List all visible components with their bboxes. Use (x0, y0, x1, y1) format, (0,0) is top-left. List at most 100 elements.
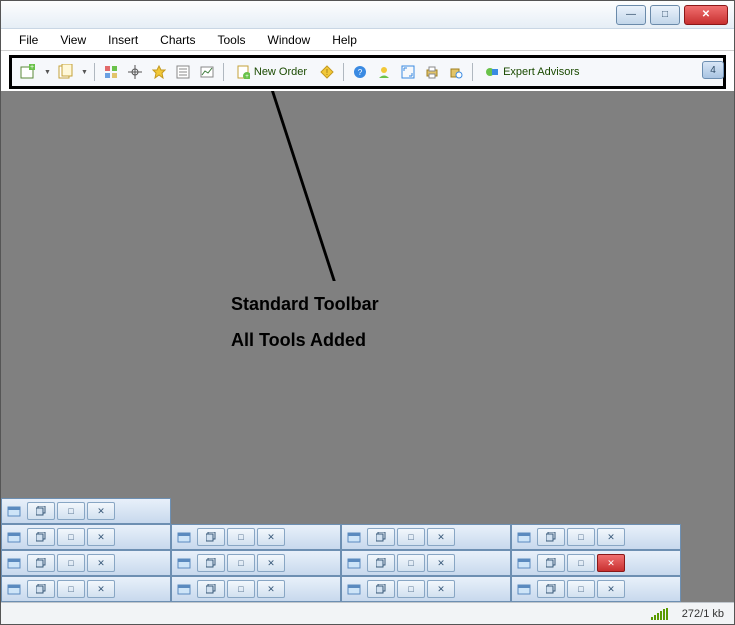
chart-maximize-button[interactable]: □ (57, 502, 85, 520)
new-order-icon: + (236, 65, 250, 79)
chart-window-titlebar[interactable]: □✕ (511, 550, 681, 576)
chart-restore-button[interactable] (367, 554, 395, 572)
chart-window-titlebar[interactable]: □✕ (341, 524, 511, 550)
mdi-row: □✕□✕□✕□✕ (1, 524, 734, 550)
chart-close-button[interactable]: ✕ (87, 580, 115, 598)
chart-window-icon (5, 580, 23, 598)
chart-window-icon (345, 580, 363, 598)
print-preview-button[interactable] (446, 62, 466, 82)
chart-maximize-button[interactable]: □ (57, 554, 85, 572)
data-window-button[interactable] (125, 62, 145, 82)
chart-maximize-button[interactable]: □ (397, 528, 425, 546)
chart-window-titlebar[interactable]: □✕ (171, 550, 341, 576)
menu-window[interactable]: Window (258, 30, 321, 50)
connection-signal-icon (651, 608, 668, 620)
chart-window-titlebar[interactable]: □✕ (1, 550, 171, 576)
expert-advisors-label: Expert Advisors (503, 66, 579, 78)
chart-window-icon (175, 528, 193, 546)
menu-insert[interactable]: Insert (98, 30, 148, 50)
chart-window-titlebar[interactable]: □✕ (1, 524, 171, 550)
new-order-button[interactable]: + New Order (230, 63, 313, 81)
chart-restore-button[interactable] (27, 554, 55, 572)
profiles-button[interactable] (55, 62, 75, 82)
chart-maximize-button[interactable]: □ (57, 580, 85, 598)
strategy-tester-button[interactable] (197, 62, 217, 82)
annotation-line1: Standard Toolbar (231, 286, 379, 322)
terminal-button[interactable] (173, 62, 193, 82)
chart-restore-button[interactable] (197, 580, 225, 598)
chart-restore-button[interactable] (27, 502, 55, 520)
window-maximize-button[interactable]: □ (650, 5, 680, 25)
chevron-down-icon[interactable]: ▼ (44, 69, 51, 76)
market-watch-button[interactable] (101, 62, 121, 82)
svg-text:+: + (245, 74, 249, 79)
chart-maximize-button[interactable]: □ (57, 528, 85, 546)
window-close-button[interactable]: ✕ (684, 5, 728, 25)
chart-close-button[interactable]: ✕ (427, 554, 455, 572)
metaquotes-button[interactable]: ! (317, 62, 337, 82)
chart-maximize-button[interactable]: □ (567, 528, 595, 546)
chart-restore-button[interactable] (367, 580, 395, 598)
chart-maximize-button[interactable]: □ (397, 580, 425, 598)
auto-trading-button[interactable]: ? (350, 62, 370, 82)
menu-file[interactable]: File (9, 30, 48, 50)
annotation-line2: All Tools Added (231, 322, 379, 358)
chart-close-button[interactable]: ✕ (257, 528, 285, 546)
notifications-badge[interactable]: 4 (702, 61, 724, 79)
chart-close-button[interactable]: ✕ (597, 554, 625, 572)
chart-maximize-button[interactable]: □ (397, 554, 425, 572)
community-button[interactable] (374, 62, 394, 82)
chart-window-titlebar[interactable]: □✕ (341, 550, 511, 576)
chart-window-icon (5, 554, 23, 572)
separator (472, 63, 473, 81)
menu-tools[interactable]: Tools (208, 30, 256, 50)
menu-help[interactable]: Help (322, 30, 367, 50)
menu-charts[interactable]: Charts (150, 30, 205, 50)
chart-maximize-button[interactable]: □ (227, 554, 255, 572)
chart-maximize-button[interactable]: □ (227, 580, 255, 598)
chart-restore-button[interactable] (367, 528, 395, 546)
expert-advisors-button[interactable]: Expert Advisors (479, 63, 585, 81)
chart-restore-button[interactable] (27, 528, 55, 546)
chevron-down-icon[interactable]: ▼ (81, 69, 88, 76)
chart-restore-button[interactable] (197, 554, 225, 572)
chart-close-button[interactable]: ✕ (427, 580, 455, 598)
chart-window-titlebar[interactable]: □✕ (171, 576, 341, 602)
annotation-text: Standard Toolbar All Tools Added (231, 286, 379, 358)
chart-maximize-button[interactable]: □ (567, 580, 595, 598)
chart-window-titlebar[interactable]: □✕ (1, 576, 171, 602)
chart-window-icon (345, 554, 363, 572)
chart-window-icon (175, 554, 193, 572)
chart-restore-button[interactable] (27, 580, 55, 598)
chart-restore-button[interactable] (537, 554, 565, 572)
chart-close-button[interactable]: ✕ (427, 528, 455, 546)
chart-close-button[interactable]: ✕ (597, 580, 625, 598)
chart-window-titlebar[interactable]: □✕ (511, 576, 681, 602)
chart-close-button[interactable]: ✕ (257, 580, 285, 598)
chart-restore-button[interactable] (537, 580, 565, 598)
fullscreen-button[interactable] (398, 62, 418, 82)
menu-view[interactable]: View (50, 30, 96, 50)
separator (223, 63, 224, 81)
chart-restore-button[interactable] (197, 528, 225, 546)
chart-close-button[interactable]: ✕ (87, 502, 115, 520)
window-minimize-button[interactable]: — (616, 5, 646, 25)
new-chart-button[interactable]: + (18, 62, 38, 82)
toolbar-area: + ▼ ▼ (1, 51, 734, 91)
statusbar: 272/1 kb (1, 602, 734, 624)
chart-close-button[interactable]: ✕ (87, 554, 115, 572)
chart-maximize-button[interactable]: □ (567, 554, 595, 572)
traffic-label: 272/1 kb (682, 608, 724, 620)
navigator-button[interactable] (149, 62, 169, 82)
chart-restore-button[interactable] (537, 528, 565, 546)
chart-window-titlebar[interactable]: □✕ (171, 524, 341, 550)
chart-window-titlebar[interactable]: □✕ (341, 576, 511, 602)
chart-maximize-button[interactable]: □ (227, 528, 255, 546)
chart-close-button[interactable]: ✕ (597, 528, 625, 546)
chart-close-button[interactable]: ✕ (87, 528, 115, 546)
chart-window-titlebar[interactable]: □✕ (511, 524, 681, 550)
print-button[interactable] (422, 62, 442, 82)
mdi-workspace: Standard Toolbar All Tools Added □✕□✕□✕□… (1, 91, 734, 602)
chart-window-titlebar[interactable]: □✕ (1, 498, 171, 524)
chart-close-button[interactable]: ✕ (257, 554, 285, 572)
